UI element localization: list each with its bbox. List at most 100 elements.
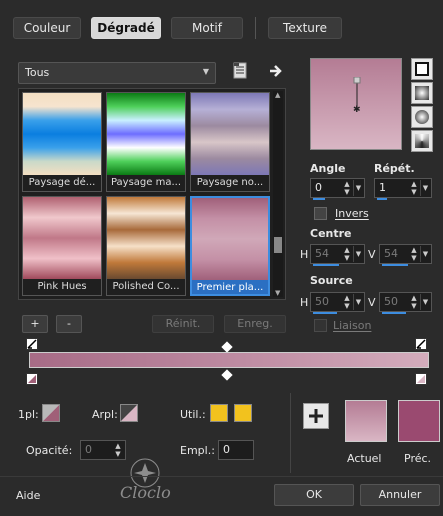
source-h-input[interactable]: 50 ▲ ▼ ▼: [310, 292, 365, 314]
gradient-thumb-image: [192, 198, 268, 280]
spin-arrows-icon[interactable]: ▲ ▼: [342, 294, 352, 310]
tab-motif[interactable]: Motif: [171, 17, 243, 39]
current-swatch[interactable]: [345, 400, 387, 442]
center-v-label: V: [368, 248, 376, 261]
gradient-thumb-label: Paysage ma...: [107, 175, 185, 191]
style-linear-button[interactable]: [411, 58, 433, 80]
source-label: Source: [310, 274, 353, 287]
help-link[interactable]: Aide: [16, 489, 40, 502]
scrollbar-thumb[interactable]: [274, 237, 282, 253]
gradient-editor-bar[interactable]: [29, 352, 429, 368]
fg-label: 1pl:: [18, 408, 39, 421]
gradient-thumb-label: Paysage dé...: [23, 175, 101, 191]
file-icon[interactable]: [232, 62, 248, 80]
top-midpoint-marker[interactable]: [221, 341, 233, 353]
user-color-swatch-1[interactable]: [210, 404, 228, 422]
top-left-stop-marker[interactable]: [26, 338, 38, 350]
tab-texture[interactable]: Texture: [268, 17, 342, 39]
center-h-slider[interactable]: [313, 264, 339, 266]
remove-button[interactable]: -: [56, 315, 82, 333]
chevron-down-icon[interactable]: ▼: [420, 294, 430, 310]
tab-degrade[interactable]: Dégradé: [91, 17, 161, 39]
gradient-thumb-image: [23, 93, 101, 175]
spin-arrows-icon[interactable]: ▲ ▼: [342, 246, 352, 262]
tab-separator: [255, 17, 256, 39]
add-button[interactable]: +: [22, 315, 48, 333]
svg-text:✱: ✱: [353, 105, 361, 113]
chevron-down-icon[interactable]: ▼: [353, 294, 363, 310]
angle-input[interactable]: 0 ▲ ▼ ▼: [310, 178, 365, 200]
bottom-midpoint-marker[interactable]: [221, 369, 233, 381]
invert-checkbox[interactable]: [314, 207, 327, 220]
location-input[interactable]: 0: [218, 440, 254, 460]
gradient-thumb-label: Pink Hues: [23, 279, 101, 295]
style-radial-button[interactable]: [411, 106, 433, 128]
spin-arrows-icon[interactable]: ▲ ▼: [409, 294, 419, 310]
gradient-thumb-image: [107, 93, 185, 175]
chevron-down-icon[interactable]: ▼: [353, 180, 363, 196]
plus-icon[interactable]: [303, 403, 329, 429]
category-dropdown[interactable]: Tous ▼: [18, 62, 216, 84]
gradient-thumb-image: [191, 93, 269, 175]
angle-slider[interactable]: [313, 198, 325, 200]
gradient-thumb[interactable]: Premier pla...: [190, 196, 270, 296]
ok-button[interactable]: OK: [274, 484, 354, 506]
user-color-swatch-2[interactable]: [234, 404, 252, 422]
previous-label: Préc.: [404, 452, 432, 465]
repeat-label: Répét.: [374, 162, 415, 175]
source-v-input[interactable]: 50 ▲ ▼ ▼: [379, 292, 432, 314]
top-right-stop-marker[interactable]: [415, 338, 427, 350]
repeat-input[interactable]: 1 ▲ ▼ ▼: [374, 178, 432, 200]
source-h-slider[interactable]: [313, 312, 337, 314]
bg-color-swatch[interactable]: [120, 404, 138, 422]
chevron-down-icon[interactable]: ▼: [420, 180, 430, 196]
style-rectangular-button[interactable]: [411, 82, 433, 104]
library-scrollbar[interactable]: ▲ ▼: [273, 91, 283, 297]
gradient-thumb-image: [23, 197, 101, 279]
gradient-thumb-label: Premier pla...: [192, 280, 268, 294]
angle-handle-icon[interactable]: ✱: [351, 77, 363, 113]
center-h-label: H: [300, 248, 309, 261]
cancel-button[interactable]: Annuler: [360, 484, 440, 506]
gradient-thumb-image: [107, 197, 185, 279]
previous-swatch[interactable]: [398, 400, 440, 442]
invert-label: Invers: [335, 207, 369, 220]
link-checkbox[interactable]: [314, 319, 327, 332]
center-label: Centre: [310, 227, 352, 240]
angle-label: Angle: [310, 162, 346, 175]
arrow-right-icon[interactable]: [268, 63, 284, 79]
source-h-label: H: [300, 296, 309, 309]
source-v-slider[interactable]: [382, 312, 406, 314]
gradient-thumb[interactable]: Paysage dé...: [22, 92, 102, 192]
user-color-label: Util.:: [180, 408, 206, 421]
gradient-thumb[interactable]: Paysage no...: [190, 92, 270, 192]
spin-arrows-icon[interactable]: ▲ ▼: [409, 180, 419, 196]
gradient-thumb[interactable]: Paysage ma...: [106, 92, 186, 192]
chevron-down-icon[interactable]: ▼: [420, 246, 430, 262]
category-selected: Tous: [25, 66, 50, 79]
chevron-down-icon: ▼: [202, 67, 209, 76]
gradient-thumb[interactable]: Polished Co...: [106, 196, 186, 296]
opacity-label: Opacité:: [26, 444, 73, 457]
spin-arrows-icon[interactable]: ▲ ▼: [409, 246, 419, 262]
gradient-thumb[interactable]: Pink Hues: [22, 196, 102, 296]
spin-arrows-icon[interactable]: ▲ ▼: [342, 180, 352, 196]
center-v-input[interactable]: 54 ▲ ▼ ▼: [379, 244, 432, 266]
gradient-library: Paysage dé... Paysage ma... Paysage no... P…: [18, 88, 286, 300]
tab-couleur[interactable]: Couleur: [13, 17, 81, 39]
style-angular-button[interactable]: [411, 130, 433, 152]
bottom-left-stop-marker[interactable]: [26, 373, 38, 385]
bottom-right-stop-marker[interactable]: [415, 373, 427, 385]
current-label: Actuel: [347, 452, 382, 465]
source-v-label: V: [368, 296, 376, 309]
repeat-slider[interactable]: [377, 198, 387, 200]
watermark-text: Cloclo: [120, 483, 171, 502]
center-v-slider[interactable]: [382, 264, 408, 266]
gradient-thumb-label: Paysage no...: [191, 175, 269, 191]
fg-color-swatch[interactable]: [42, 404, 60, 422]
reset-button[interactable]: Réinit.: [152, 315, 214, 333]
save-gradient-button[interactable]: Enreg.: [224, 315, 286, 333]
center-h-input[interactable]: 54 ▲ ▼ ▼: [310, 244, 365, 266]
chevron-down-icon[interactable]: ▼: [353, 246, 363, 262]
gradient-preview[interactable]: ✱: [310, 58, 402, 150]
